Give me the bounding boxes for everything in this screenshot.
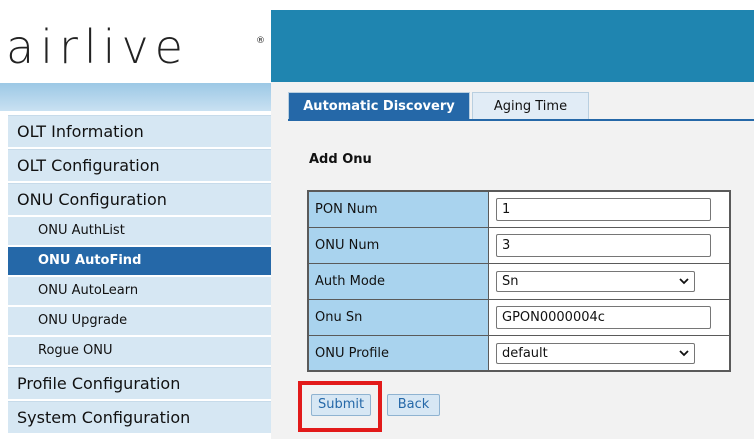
sidebar-item-onu-autolearn[interactable]: ONU AutoLearn — [8, 277, 271, 305]
tab-aging-time[interactable]: Aging Time — [472, 92, 589, 119]
chevron-down-icon — [679, 350, 689, 357]
airlive-logo: airlive — [6, 20, 189, 74]
chevron-down-icon — [679, 278, 689, 285]
onu-sn-label: Onu Sn — [309, 300, 489, 335]
tab-automatic-discovery[interactable]: Automatic Discovery — [288, 92, 470, 119]
sidebar-item-onu-configuration[interactable]: ONU Configuration — [8, 183, 271, 215]
auth-mode-cell: Sn — [489, 264, 729, 299]
onu-profile-select[interactable]: default — [496, 343, 695, 364]
onu-profile-cell: default — [489, 336, 729, 370]
sidebar-item-rogue-onu[interactable]: Rogue ONU — [8, 337, 271, 365]
header-banner — [271, 10, 754, 82]
back-button[interactable]: Back — [387, 394, 440, 416]
registered-mark: ® — [256, 36, 265, 46]
onu-sn-cell — [489, 300, 729, 335]
form-row-auth-mode: Auth Mode Sn — [309, 264, 729, 300]
sidebar-item-onu-upgrade[interactable]: ONU Upgrade — [8, 307, 271, 335]
onu-num-label: ONU Num — [309, 228, 489, 263]
onu-profile-value: default — [502, 346, 548, 361]
sidebar-item-system-configuration[interactable]: System Configuration — [8, 401, 271, 433]
sidebar-item-onu-autofind[interactable]: ONU AutoFind — [8, 247, 271, 275]
form-row-pon-num: PON Num — [309, 192, 729, 228]
sidebar-item-profile-configuration[interactable]: Profile Configuration — [8, 367, 271, 399]
sidebar-item-onu-authlist[interactable]: ONU AuthList — [8, 217, 271, 245]
pon-num-input[interactable] — [496, 198, 711, 221]
sidebar-item-olt-configuration[interactable]: OLT Configuration — [8, 149, 271, 181]
pon-num-cell — [489, 192, 729, 227]
onu-num-input[interactable] — [496, 234, 711, 257]
auth-mode-select[interactable]: Sn — [496, 271, 695, 292]
sidebar-nav: OLT Information OLT Configuration ONU Co… — [8, 115, 271, 435]
auth-mode-value: Sn — [502, 274, 519, 289]
logo-underbar — [0, 83, 271, 111]
form-row-onu-profile: ONU Profile default — [309, 336, 729, 370]
section-title: Add Onu — [309, 152, 372, 167]
header-top-strip — [0, 0, 754, 10]
pon-num-label: PON Num — [309, 192, 489, 227]
onu-profile-label: ONU Profile — [309, 336, 489, 370]
onu-sn-input[interactable] — [496, 306, 711, 329]
auth-mode-label: Auth Mode — [309, 264, 489, 299]
sidebar-item-olt-information[interactable]: OLT Information — [8, 115, 271, 147]
submit-highlight-box — [298, 381, 382, 432]
tab-underline — [288, 119, 754, 121]
onu-num-cell — [489, 228, 729, 263]
form-row-onu-num: ONU Num — [309, 228, 729, 264]
add-onu-form: PON Num ONU Num Auth Mode Sn Onu Sn ONU … — [307, 190, 731, 372]
form-row-onu-sn: Onu Sn — [309, 300, 729, 336]
